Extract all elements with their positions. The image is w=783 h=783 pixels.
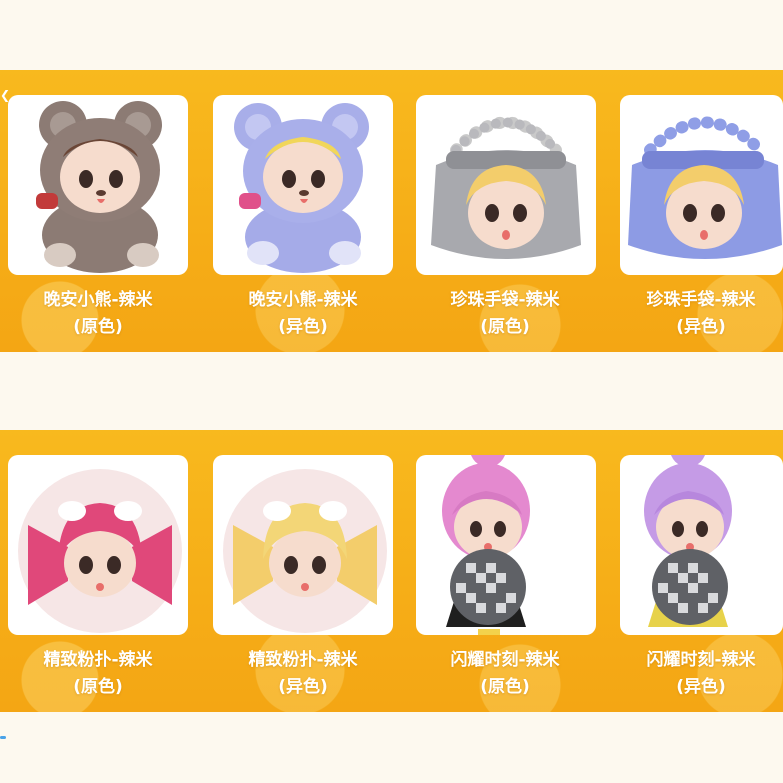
product-name: 闪耀时刻-辣米 — [646, 650, 756, 670]
product-label: 闪耀时刻-辣米 (原色) — [410, 647, 600, 701]
product-label: 珍珠手袋-辣米 (异色) — [606, 287, 783, 341]
blue-bear-suit-figure-icon — [234, 103, 369, 273]
product-variant: (原色) — [480, 317, 530, 337]
purple-hair-disco-ball-figure-icon — [644, 455, 732, 627]
chevron-left-icon[interactable]: ❮ — [0, 88, 10, 102]
product-name: 晚安小熊-辣米 — [248, 290, 358, 310]
product-card-pink-disco[interactable] — [416, 455, 596, 635]
product-variant: (异色) — [676, 677, 726, 697]
product-name: 精致粉扑-辣米 — [43, 650, 153, 670]
product-name: 珍珠手袋-辣米 — [646, 290, 756, 310]
product-label: 精致粉扑-辣米 (异色) — [208, 647, 398, 701]
product-name: 精致粉扑-辣米 — [248, 650, 358, 670]
scroll-indicator — [0, 736, 6, 739]
product-label: 晚安小熊-辣米 (异色) — [208, 287, 398, 341]
product-card-blue-bear[interactable] — [213, 95, 393, 275]
product-variant: (原色) — [73, 317, 123, 337]
product-variant: (异色) — [278, 677, 328, 697]
brown-bear-suit-figure-icon — [36, 101, 162, 273]
product-name: 珍珠手袋-辣米 — [450, 290, 560, 310]
product-card-purple-disco[interactable] — [620, 455, 783, 635]
blue-pearl-handbag-figure-icon — [628, 116, 782, 259]
product-name: 闪耀时刻-辣米 — [450, 650, 560, 670]
product-variant: (原色) — [480, 677, 530, 697]
pink-powder-puff-figure-icon — [18, 469, 182, 633]
product-label: 晚安小熊-辣米 (原色) — [3, 287, 193, 341]
product-card-blue-handbag[interactable] — [620, 95, 783, 275]
product-card-yellow-puff[interactable] — [213, 455, 393, 635]
product-label: 精致粉扑-辣米 (原色) — [3, 647, 193, 701]
product-variant: (原色) — [73, 677, 123, 697]
product-card-brown-bear[interactable] — [8, 95, 188, 275]
pink-hair-disco-ball-figure-icon — [442, 455, 530, 635]
silver-pearl-handbag-figure-icon — [431, 116, 581, 259]
product-card-silver-handbag[interactable] — [416, 95, 596, 275]
product-variant: (异色) — [676, 317, 726, 337]
product-variant: (异色) — [278, 317, 328, 337]
yellow-powder-puff-figure-icon — [223, 469, 387, 633]
product-label: 珍珠手袋-辣米 (原色) — [410, 287, 600, 341]
product-card-pink-puff[interactable] — [8, 455, 188, 635]
product-name: 晚安小熊-辣米 — [43, 290, 153, 310]
product-label: 闪耀时刻-辣米 (异色) — [606, 647, 783, 701]
